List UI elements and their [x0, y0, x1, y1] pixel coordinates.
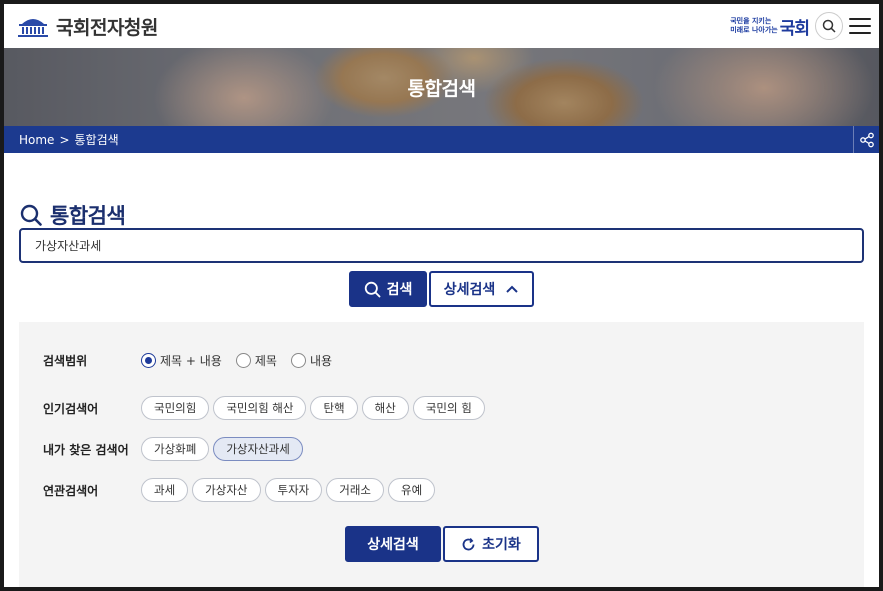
advanced-search-toggle[interactable]: 상세검색: [429, 271, 534, 307]
search-icon: [364, 281, 381, 297]
keyword-chip[interactable]: 가상화폐: [141, 437, 210, 461]
radio-label: 제목: [254, 354, 277, 368]
share-button[interactable]: [853, 126, 879, 153]
submit-button-label: 상세검색: [367, 537, 419, 553]
search-heading: 통합검색: [20, 200, 126, 230]
breadcrumb-current: 통합검색: [74, 133, 119, 147]
keyword-chip[interactable]: 국민의힘 해산: [213, 396, 307, 420]
radio-label: 내용: [309, 354, 333, 368]
search-button[interactable]: 검색: [349, 271, 427, 307]
banner-title: 통합검색: [407, 78, 476, 100]
radio-label: 제목 + 내용: [160, 354, 222, 368]
keyword-chip[interactable]: 거래소: [326, 478, 384, 502]
header-actions: 국민을 지키는 미래로 나아가는 국회: [730, 12, 871, 40]
reset-button-label: 초기화: [482, 537, 521, 553]
chevron-up-icon: [506, 285, 518, 293]
menu-line-icon: [849, 25, 871, 27]
menu-line-icon: [849, 32, 871, 34]
keyword-chip[interactable]: 유예: [388, 478, 436, 502]
search-scope-row: 검색범위 제목 + 내용 제목 내용: [43, 352, 332, 369]
browser-viewport: 국회전자청원 국민을 지키는 미래로 나아가는 국회 통합검색 Home > 통…: [4, 4, 879, 587]
scope-option-title[interactable]: 제목: [235, 352, 277, 369]
page-title: 통합검색: [50, 204, 126, 228]
search-icon: [822, 19, 836, 33]
my-keywords-label: 내가 찾은 검색어: [43, 442, 129, 457]
assembly-slogan: 국민을 지키는 미래로 나아가는 국회: [730, 14, 810, 39]
breadcrumb-separator: >: [59, 132, 70, 147]
advanced-search-submit-button[interactable]: 상세검색: [345, 526, 441, 562]
related-keywords-list: 과세 가상자산 투자자 거래소 유예: [141, 478, 436, 502]
popular-keywords-label: 인기검색어: [43, 401, 99, 416]
keyword-chip[interactable]: 해산: [361, 396, 409, 420]
advanced-search-toggle-label: 상세검색: [443, 282, 496, 298]
related-keywords-row: 연관검색어 과세 가상자산 투자자 거래소 유예: [43, 478, 436, 502]
search-button-label: 검색: [386, 282, 413, 298]
radio-unchecked-icon: [290, 353, 306, 368]
related-keywords-label: 연관검색어: [43, 483, 99, 498]
keyword-chip[interactable]: 국민의힘: [141, 396, 210, 420]
breadcrumb: Home > 통합검색: [19, 131, 119, 148]
site-logo[interactable]: 국회전자청원: [16, 13, 158, 40]
assembly-dome-icon: [18, 19, 48, 37]
my-keywords-list: 가상화폐 가상자산과세: [141, 437, 303, 461]
slogan-brand: 국회: [779, 18, 810, 39]
keyword-chip-active[interactable]: 가상자산과세: [213, 437, 303, 461]
keyword-chip[interactable]: 과세: [141, 478, 189, 502]
slogan-line-1: 국민을 지키는: [730, 17, 772, 25]
header-search-button[interactable]: [815, 12, 843, 40]
menu-line-icon: [849, 18, 871, 20]
advanced-search-panel: 검색범위 제목 + 내용 제목 내용 인기검색어 국민의힘 국민의힘 해산 탄핵…: [19, 322, 864, 587]
slogan-line-2: 미래로 나아가는: [730, 26, 778, 34]
site-name: 국회전자청원: [56, 16, 158, 39]
hamburger-menu-button[interactable]: [849, 15, 871, 37]
breadcrumb-bar: Home > 통합검색: [4, 126, 879, 153]
keyword-chip[interactable]: 국민의 힘: [412, 396, 485, 420]
reset-button[interactable]: 초기화: [443, 526, 539, 562]
scope-option-content[interactable]: 내용: [290, 352, 333, 369]
refresh-icon: [462, 537, 475, 550]
radio-unchecked-icon: [235, 353, 251, 368]
search-input[interactable]: [19, 228, 864, 263]
keyword-chip[interactable]: 가상자산: [192, 478, 261, 502]
breadcrumb-home-link[interactable]: Home: [19, 133, 54, 147]
popular-keywords-row: 인기검색어 국민의힘 국민의힘 해산 탄핵 해산 국민의 힘: [43, 396, 485, 420]
my-keywords-row: 내가 찾은 검색어 가상화폐 가상자산과세: [43, 437, 303, 461]
page-banner: 통합검색: [4, 48, 879, 126]
search-scope-label: 검색범위: [43, 354, 88, 368]
site-header: 국회전자청원 국민을 지키는 미래로 나아가는 국회: [4, 4, 879, 48]
search-scope-options: 제목 + 내용 제목 내용: [141, 352, 332, 369]
keyword-chip[interactable]: 투자자: [264, 478, 323, 502]
search-icon: [20, 204, 42, 226]
share-icon: [859, 132, 874, 147]
scope-option-title-content[interactable]: 제목 + 내용: [141, 352, 222, 369]
keyword-chip[interactable]: 탄핵: [310, 396, 358, 420]
popular-keywords-list: 국민의힘 국민의힘 해산 탄핵 해산 국민의 힘: [141, 396, 485, 420]
radio-checked-icon: [141, 353, 156, 368]
